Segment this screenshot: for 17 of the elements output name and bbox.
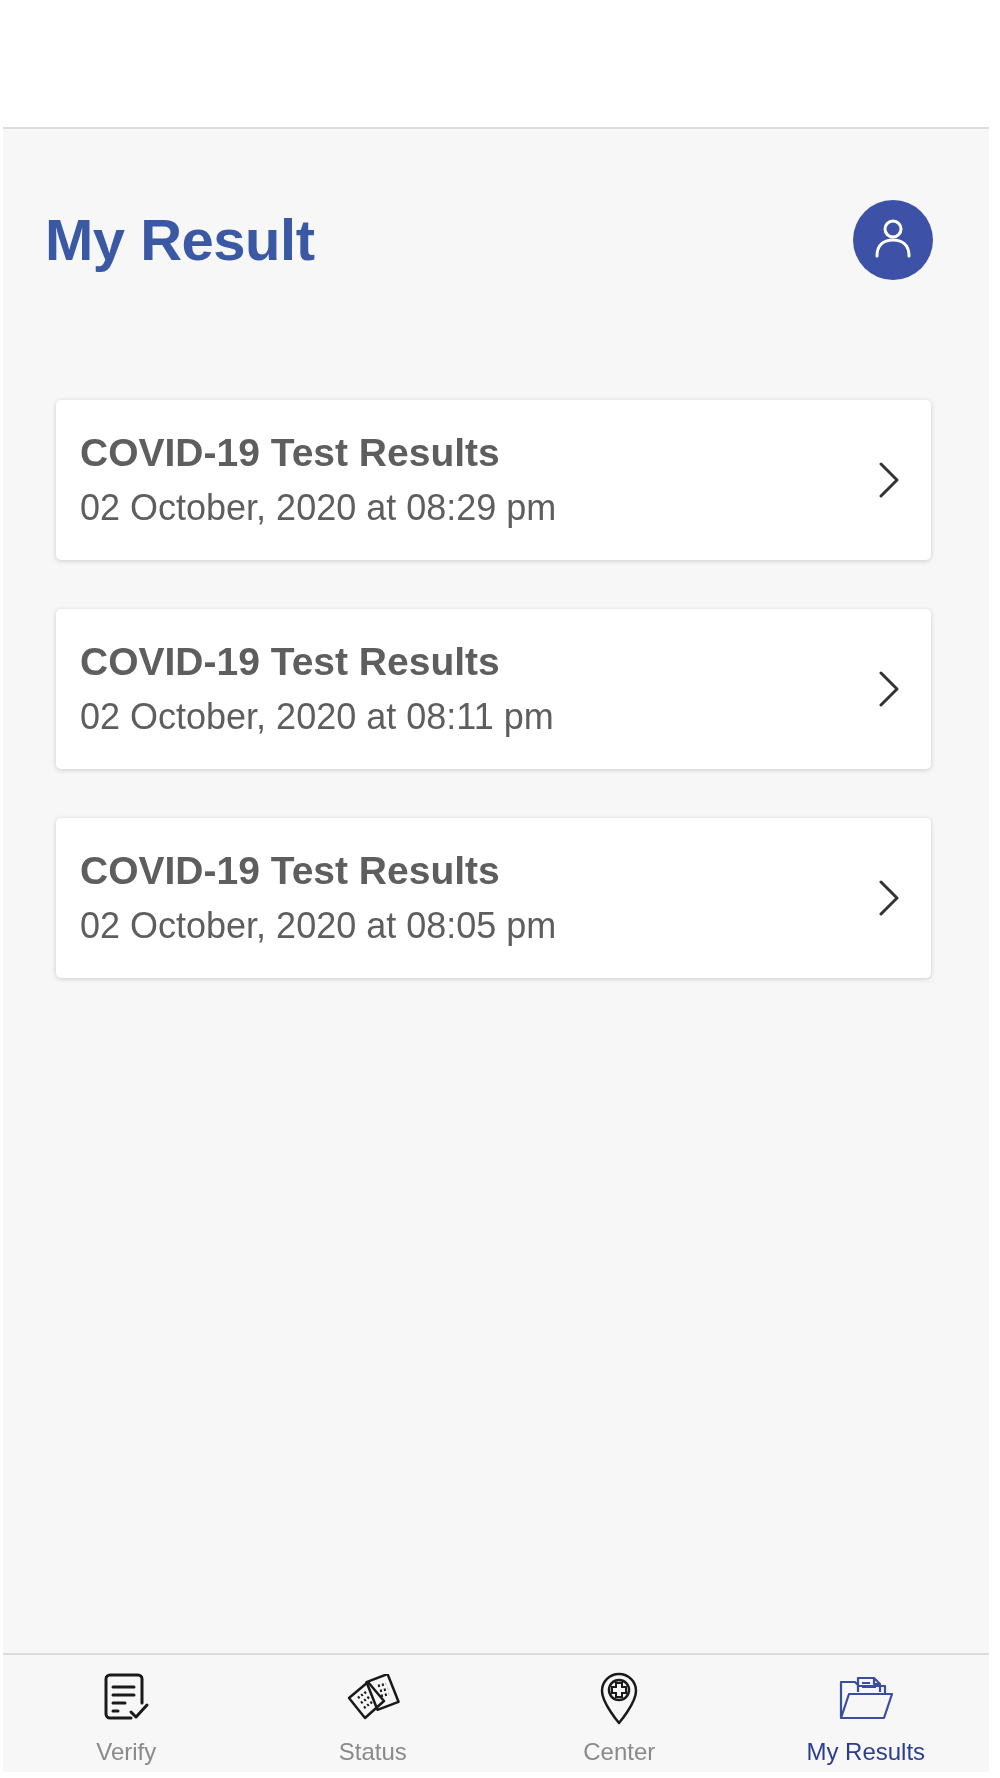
map-pin-plus-icon bbox=[599, 1671, 640, 1725]
result-date: 02 October, 2020 at 08:29 pm bbox=[80, 487, 557, 529]
tickets-icon bbox=[345, 1674, 400, 1722]
nav-tab[interactable]: My Results bbox=[742, 1655, 989, 1772]
chevron-right-icon bbox=[879, 462, 899, 498]
result-title: COVID-19 Test Results bbox=[80, 640, 501, 684]
result-title: COVID-19 Test Results bbox=[80, 431, 501, 475]
chevron-right-icon bbox=[879, 880, 899, 916]
result-title: COVID-19 Test Results bbox=[80, 849, 501, 893]
result-date: 02 October, 2020 at 08:11 pm bbox=[80, 696, 554, 738]
result-card[interactable]: COVID-19 Test Results 02 October, 2020 at 08:11 pm bbox=[56, 609, 931, 769]
result-card[interactable]: COVID-19 Test Results 02 October, 2020 at 08:05 pm bbox=[56, 818, 931, 978]
result-card[interactable]: COVID-19 Test Results 02 October, 2020 at 08:29 pm bbox=[56, 400, 931, 560]
profile-icon[interactable] bbox=[853, 200, 933, 280]
chevron-right-icon bbox=[879, 671, 899, 707]
result-date: 02 October, 2020 at 08:05 pm bbox=[80, 905, 557, 947]
folder-icon bbox=[837, 1674, 894, 1722]
